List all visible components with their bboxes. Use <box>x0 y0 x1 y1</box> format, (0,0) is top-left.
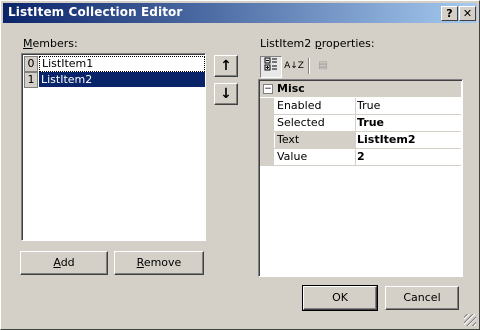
title-bar[interactable]: ListItem Collection Editor ? ✕ <box>3 3 477 23</box>
property-row-text[interactable]: Text ListItem2 <box>260 132 461 149</box>
property-name: Enabled <box>275 98 356 114</box>
move-down-button[interactable]: ↓ <box>214 83 238 105</box>
collection-editor-window: ListItem Collection Editor ? ✕ Members: … <box>0 0 480 330</box>
add-button-rest: dd <box>60 256 75 269</box>
properties-label-accel: p <box>314 37 322 50</box>
property-name: Value <box>275 149 356 165</box>
window-title: ListItem Collection Editor <box>8 5 183 19</box>
property-row-selected[interactable]: Selected True <box>260 115 461 132</box>
members-list[interactable]: 0 ListItem1 1 ListItem2 <box>21 53 206 241</box>
add-button-accel: A <box>53 256 61 269</box>
property-row-enabled[interactable]: Enabled True <box>260 98 461 115</box>
arrow-up-icon: ↑ <box>220 58 232 74</box>
row-gutter <box>260 98 274 115</box>
row-gutter <box>260 115 274 132</box>
alphabetical-icon[interactable]: A↓Z <box>284 56 304 76</box>
properties-label-rest: roperties: <box>321 37 375 50</box>
property-value[interactable]: 2 <box>356 149 461 165</box>
list-item-index: 1 <box>24 72 38 88</box>
category-row-misc[interactable]: − Misc <box>260 81 461 97</box>
members-label: Members: <box>23 37 78 50</box>
resize-grip-icon[interactable] <box>464 314 476 326</box>
property-name: Selected <box>275 115 356 131</box>
collapse-icon[interactable]: − <box>263 84 273 94</box>
list-item-selected[interactable]: 1 ListItem2 <box>24 72 205 88</box>
close-button[interactable]: ✕ <box>459 6 476 21</box>
property-grid-toolbar: A↓Z ▤ <box>260 55 462 78</box>
row-gutter <box>260 149 274 166</box>
list-item-index: 0 <box>24 56 38 72</box>
toolbar-separator <box>308 58 310 74</box>
property-name: Text <box>275 132 356 148</box>
category-label: Misc <box>277 82 305 95</box>
list-item-text: ListItem1 <box>39 56 205 72</box>
property-pages-icon[interactable]: ▤ <box>313 56 333 76</box>
members-label-rest: embers: <box>32 37 78 50</box>
property-grid[interactable]: − Misc Enabled True Selected True Text L… <box>258 79 463 277</box>
arrow-down-icon: ↓ <box>220 86 232 102</box>
property-value[interactable]: True <box>356 115 461 131</box>
add-button[interactable]: Add <box>20 251 108 275</box>
move-up-button[interactable]: ↑ <box>214 55 238 77</box>
row-gutter <box>260 132 274 149</box>
property-row-value[interactable]: Value 2 <box>260 149 461 166</box>
list-item[interactable]: 0 ListItem1 <box>24 56 205 72</box>
remove-button-accel: R <box>136 256 144 269</box>
members-label-accel: M <box>23 37 33 50</box>
categorized-icon[interactable] <box>260 56 282 78</box>
properties-label: ListItem2 properties: <box>260 37 375 50</box>
list-item-text: ListItem2 <box>39 72 205 87</box>
property-value[interactable]: True <box>356 98 461 114</box>
help-button[interactable]: ? <box>441 6 458 21</box>
remove-button-rest: emove <box>143 256 182 269</box>
cancel-button[interactable]: Cancel <box>385 286 459 310</box>
ok-button[interactable]: OK <box>302 285 378 311</box>
properties-label-pre: ListItem2 <box>260 37 315 50</box>
remove-button[interactable]: Remove <box>114 251 204 275</box>
property-value[interactable]: ListItem2 <box>356 132 461 148</box>
